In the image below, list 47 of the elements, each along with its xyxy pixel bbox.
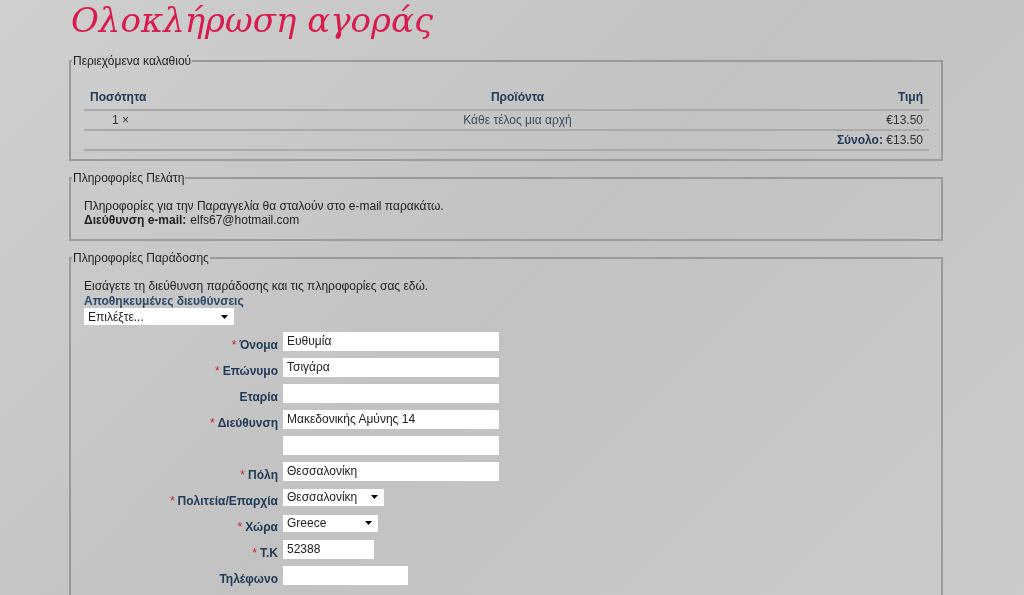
field-label: Εταρία	[239, 389, 278, 404]
table-cell: €13.50	[717, 110, 929, 130]
table-cell: 1 ×	[84, 110, 318, 130]
column-header: Ποσότητα	[84, 86, 318, 110]
info-text: Εισάγετε τη διεύθυνση παράδοσης και τις πληροφορίες σας εδώ.	[84, 279, 429, 293]
total-value: €13.50	[886, 133, 923, 147]
total-label: Σύνολο:	[836, 133, 883, 147]
panel-legend: Περιεχόμενα καλαθιού	[72, 54, 193, 68]
caret-icon	[221, 314, 228, 319]
panel-legend: Πληροφορίες Παράδοσης	[72, 251, 210, 265]
input-field[interactable]	[283, 383, 499, 403]
field-label: Όνομα	[239, 337, 278, 352]
product-link[interactable]: Κάθε τέλος μια αρχή	[318, 110, 717, 130]
input-field[interactable]: Τσιγάρα	[283, 357, 499, 377]
input-field[interactable]: 52388	[283, 539, 374, 559]
input-field[interactable]	[283, 435, 499, 455]
required-mark: *	[240, 467, 245, 482]
required-mark: *	[237, 519, 243, 534]
input-field[interactable]: Ευθυμία	[283, 331, 499, 351]
column-header: Τιμή	[717, 86, 929, 110]
field-label: Διεύθυνση	[217, 415, 278, 430]
field-label: Πόλη	[248, 467, 278, 482]
input-field[interactable]: Θεσσαλονίκη	[283, 461, 499, 481]
caret-icon	[365, 521, 372, 525]
panel-legend: Πληροφορίες Πελάτη	[72, 171, 186, 185]
input-field[interactable]: Μακεδονικής Αμύνης 14	[283, 409, 499, 429]
caret-icon	[371, 495, 379, 499]
required-mark: *	[231, 337, 237, 352]
saved-address-select[interactable]: Επιλέξτε...	[84, 308, 234, 325]
required-mark: *	[210, 415, 215, 430]
info-text: Πληροφορίες για την Παραγγελία θα σταλούν στο e-mail παρακάτω.	[84, 199, 444, 213]
column-header: Προϊόντα	[318, 86, 717, 110]
saved-addresses-label: Αποθηκευμένες διευθύνσεις	[84, 294, 244, 308]
field-label: Τηλέφωνο	[219, 571, 278, 586]
required-mark: *	[169, 493, 175, 508]
email-value: elfs67@hotmail.com	[190, 213, 300, 227]
select-field[interactable]: Θεσσαλονίκη	[283, 488, 385, 506]
field-label: Τ.Κ	[260, 545, 278, 560]
required-mark: *	[215, 363, 220, 378]
email-label: Διεύθυνση e-mail:	[84, 213, 187, 227]
page-title: Ολοκλήρωση αγοράς	[70, 0, 433, 42]
field-label: Πολιτεία/Επαρχία	[177, 493, 278, 508]
required-mark: *	[252, 545, 257, 560]
field-label: Χώρα	[245, 519, 278, 534]
input-field[interactable]	[283, 565, 408, 585]
field-label: Επώνυμο	[222, 363, 278, 378]
select-field[interactable]: Greece	[283, 514, 378, 532]
